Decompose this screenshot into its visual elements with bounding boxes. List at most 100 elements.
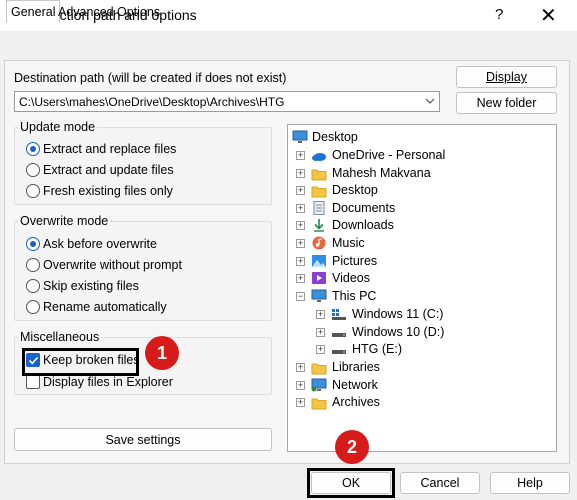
tree-item-label: Archives — [332, 395, 380, 409]
destination-path-label: Destination path (will be created if doe… — [14, 71, 287, 85]
radio-overwrite-without-prompt-label: Overwrite without prompt — [43, 258, 182, 272]
chevron-down-icon[interactable] — [425, 96, 435, 106]
tab-advanced-label: Advanced — [58, 5, 114, 19]
expand-icon[interactable]: + — [296, 151, 305, 160]
tree-item-label: Pictures — [332, 254, 378, 268]
radio-button[interactable] — [26, 163, 40, 177]
download-icon — [314, 219, 324, 232]
expand-icon[interactable]: + — [296, 186, 305, 195]
radio-button[interactable] — [26, 258, 40, 272]
tree-item-label: Network — [332, 378, 378, 392]
tab-options[interactable]: Options — [113, 2, 164, 22]
new-folder-button-label: New folder — [476, 96, 537, 110]
expand-icon[interactable]: + — [296, 221, 305, 230]
monitor-icon — [292, 130, 308, 143]
radio-rename-automatically[interactable]: Rename automatically — [26, 300, 167, 318]
radio-extract-update-label: Extract and update files — [43, 163, 174, 177]
help-icon[interactable]: ? — [495, 6, 503, 23]
expand-icon[interactable]: + — [296, 257, 305, 266]
radio-button-selected[interactable] — [26, 237, 40, 251]
videos-icon — [312, 272, 326, 284]
highlight-keep-broken-files — [22, 348, 139, 376]
expand-icon[interactable]: + — [316, 345, 325, 354]
tree-item-label: Windows 10 (D:) — [352, 325, 445, 339]
system-drive-icon — [332, 309, 346, 320]
radio-skip-existing[interactable]: Skip existing files — [26, 279, 139, 297]
radio-button[interactable] — [26, 279, 40, 293]
folder-icon — [311, 398, 327, 410]
radio-rename-automatically-label: Rename automatically — [43, 300, 167, 314]
radio-button[interactable] — [26, 184, 40, 198]
help-button-label: Help — [517, 476, 543, 490]
document-icon — [313, 201, 325, 215]
step-badge-1: 1 — [145, 336, 179, 370]
radio-fresh-existing[interactable]: Fresh existing files only — [26, 184, 173, 202]
checkbox[interactable] — [26, 375, 40, 389]
save-settings-button[interactable]: Save settings — [14, 428, 272, 451]
cancel-button[interactable]: Cancel — [400, 472, 480, 494]
expand-icon[interactable]: + — [296, 363, 305, 372]
folder-icon — [311, 363, 327, 375]
tree-item-label: Libraries — [332, 360, 380, 374]
tab-general-label: General — [11, 5, 56, 19]
folder-icon — [311, 169, 327, 181]
radio-ask-before-overwrite-label: Ask before overwrite — [43, 237, 157, 251]
tree-item-label: Videos — [332, 271, 370, 285]
tab-advanced[interactable]: Advanced — [54, 2, 118, 22]
new-folder-button[interactable]: New folder — [456, 92, 557, 114]
radio-button[interactable] — [26, 300, 40, 314]
radio-extract-replace[interactable]: Extract and replace files — [26, 142, 176, 160]
tree-item-label: Music — [332, 236, 365, 250]
destination-path-combobox[interactable]: C:\Users\mahes\OneDrive\Desktop\Archives… — [14, 91, 440, 112]
radio-ask-before-overwrite[interactable]: Ask before overwrite — [26, 237, 157, 255]
drive-icon — [332, 333, 346, 337]
tree-item-label: Windows 11 (C:) — [352, 307, 444, 321]
highlight-ok-button — [307, 468, 395, 498]
checkbox-display-in-explorer[interactable]: Display files in Explorer — [26, 375, 173, 393]
tree-item-label: Mahesh Makvana — [332, 166, 431, 180]
tab-options-label: Options — [117, 5, 161, 19]
folder-tree[interactable]: Desktop + OneDrive - Personal + Mahesh M… — [287, 124, 557, 452]
display-button[interactable]: Display — [456, 66, 557, 88]
expand-icon[interactable]: + — [316, 310, 325, 319]
tree-item-label: Downloads — [332, 218, 394, 232]
radio-overwrite-without-prompt[interactable]: Overwrite without prompt — [26, 258, 182, 276]
cloud-icon — [312, 153, 326, 161]
radio-button-selected[interactable] — [26, 142, 40, 156]
destination-path-value: C:\Users\mahes\OneDrive\Desktop\Archives… — [19, 95, 285, 109]
expand-icon[interactable]: + — [296, 274, 305, 283]
radio-extract-update[interactable]: Extract and update files — [26, 163, 174, 181]
step-badge-2: 2 — [335, 430, 369, 464]
drive-icon — [332, 350, 346, 354]
update-mode-title: Update mode — [18, 120, 98, 134]
expand-icon[interactable]: + — [296, 381, 305, 390]
tree-item-label: Desktop — [332, 183, 378, 197]
save-settings-button-label: Save settings — [105, 433, 181, 447]
tab-general[interactable]: General — [6, 0, 61, 23]
expand-icon[interactable]: + — [316, 328, 325, 337]
collapse-icon[interactable]: − — [296, 292, 305, 301]
network-icon — [311, 378, 327, 392]
radio-extract-replace-label: Extract and replace files — [43, 142, 177, 156]
expand-icon[interactable]: + — [296, 169, 305, 178]
tree-item-label: Documents — [332, 201, 396, 215]
tree-item-label: HTG (E:) — [352, 342, 402, 356]
expand-icon[interactable]: + — [296, 204, 305, 213]
tree-item-label: This PC — [332, 289, 377, 303]
miscellaneous-title: Miscellaneous — [18, 330, 102, 344]
monitor-icon — [311, 289, 327, 302]
display-button-label: Display — [486, 70, 527, 84]
tree-item-label: Desktop — [312, 130, 358, 144]
expand-icon[interactable]: + — [296, 239, 305, 248]
radio-fresh-existing-label: Fresh existing files only — [43, 184, 173, 198]
pictures-icon — [312, 255, 326, 267]
expand-icon[interactable]: + — [296, 398, 305, 407]
music-icon — [312, 236, 326, 250]
radio-skip-existing-label: Skip existing files — [43, 279, 139, 293]
overwrite-mode-title: Overwrite mode — [18, 214, 111, 228]
help-button[interactable]: Help — [490, 472, 570, 494]
tree-item-label: OneDrive - Personal — [332, 148, 446, 162]
close-icon[interactable]: ✕ — [540, 3, 557, 28]
folder-icon — [311, 186, 327, 198]
display-in-explorer-label: Display files in Explorer — [43, 375, 173, 389]
